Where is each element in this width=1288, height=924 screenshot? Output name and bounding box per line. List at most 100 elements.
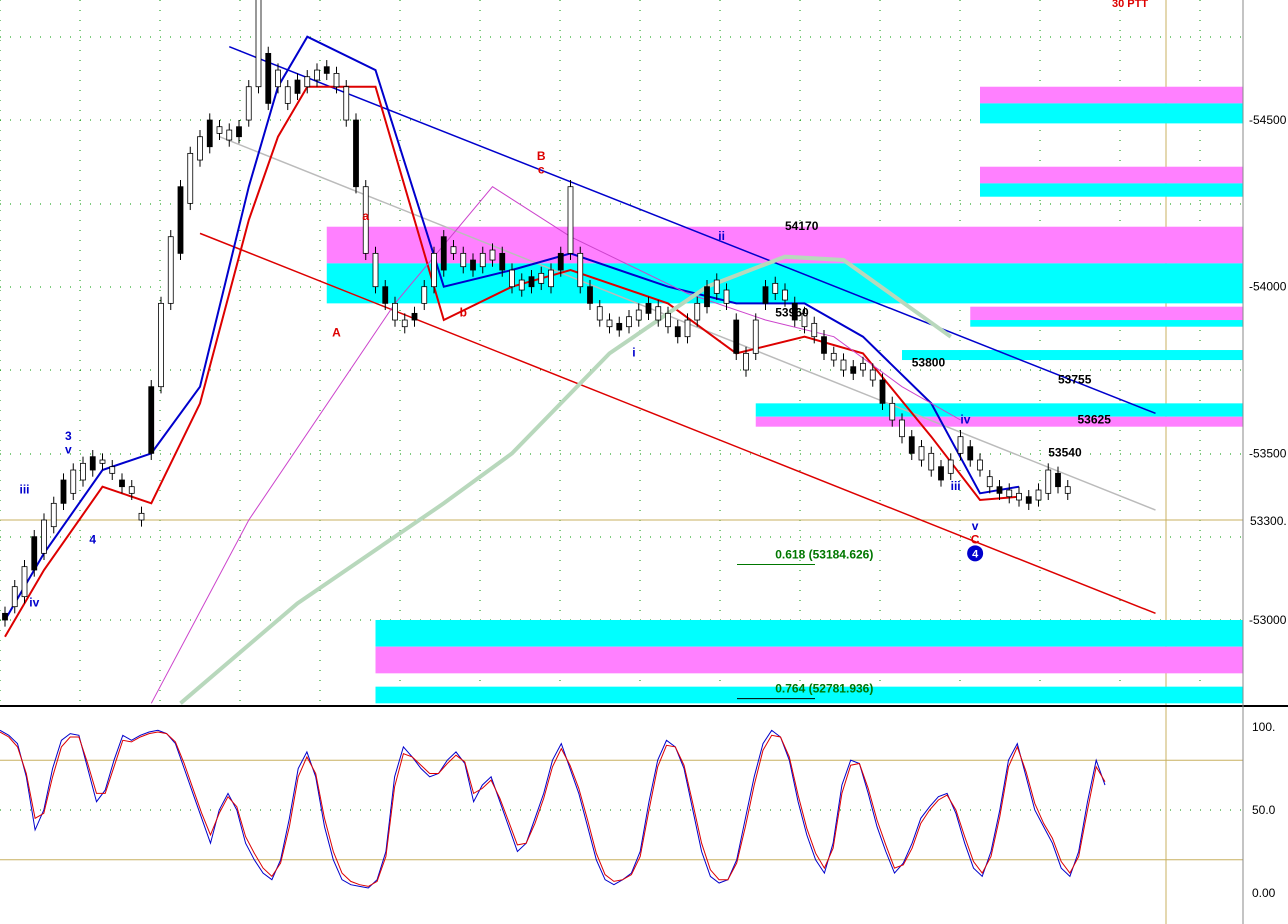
wave-label: iii: [951, 479, 961, 493]
candle-body: [645, 302, 652, 314]
candle-body: [830, 352, 837, 361]
candle-body: [908, 436, 915, 454]
zone-band: [755, 416, 1243, 427]
candle-body: [713, 279, 720, 294]
candle-body: [538, 272, 545, 284]
level-label: 54170: [785, 219, 819, 233]
candle-body: [99, 459, 106, 464]
zone-band: [970, 306, 1243, 321]
y-tick-label: -53000: [1249, 613, 1287, 627]
candle-body: [1006, 489, 1013, 498]
candle-body: [245, 86, 252, 121]
candle-body: [89, 456, 96, 471]
candle-body: [606, 319, 613, 328]
corner-tag: 30 PTT: [1112, 0, 1148, 10]
candle-body: [674, 326, 681, 338]
candle-body: [752, 319, 759, 354]
candle-body: [314, 69, 320, 81]
candle-body: [158, 302, 164, 388]
candle-body: [548, 269, 554, 288]
candle-body: [957, 436, 964, 454]
candle-body: [294, 79, 301, 94]
candle-body: [869, 369, 876, 381]
candle-body: [216, 126, 223, 134]
zone-band: [980, 166, 1243, 184]
candle-body: [21, 566, 28, 598]
candle-body: [265, 52, 272, 104]
candle-body: [2, 612, 8, 621]
candle-body: [421, 286, 428, 304]
candle-body: [401, 319, 408, 328]
candle-body: [782, 289, 788, 301]
candle-body: [567, 186, 574, 254]
candle-body: [382, 286, 389, 304]
candle-body: [138, 512, 145, 521]
candle-body: [70, 469, 77, 494]
level-label: 0.764 (52781.936): [775, 682, 873, 696]
zone-band: [755, 403, 1243, 417]
candle-body: [723, 289, 730, 304]
candle-body: [450, 246, 457, 254]
level-label: 53540: [1048, 446, 1082, 460]
candle-body: [509, 269, 515, 288]
candle-body: [860, 362, 866, 371]
candle-body: [372, 252, 379, 288]
candle-body: [470, 259, 476, 271]
wave-label: 3: [65, 429, 72, 443]
candle-body: [148, 386, 155, 454]
wave-label: 4: [89, 532, 96, 546]
y-tick-label: -54500: [1249, 113, 1287, 127]
wave-label: A: [332, 326, 341, 340]
candle-body: [431, 252, 437, 288]
wave-label: b: [460, 306, 467, 320]
candle-body: [762, 286, 769, 304]
candle-body: [80, 462, 86, 481]
candle-body: [1055, 472, 1061, 488]
candle-body: [889, 402, 896, 421]
wave-label: v: [972, 519, 979, 533]
candle-body: [323, 66, 330, 74]
candle-body: [684, 319, 691, 338]
candle-body: [284, 86, 291, 104]
zone-band: [902, 350, 1243, 361]
candle-body: [275, 69, 281, 88]
candle-body: [333, 72, 340, 88]
candle-body: [596, 306, 603, 321]
wave-label: v: [65, 442, 72, 456]
candle-body: [353, 119, 359, 188]
level-label: 53755: [1058, 372, 1092, 386]
zone-band: [980, 183, 1243, 197]
candle-body: [1035, 489, 1042, 501]
candle-body: [41, 519, 47, 554]
candle-body: [304, 76, 311, 88]
candle-body: [850, 366, 857, 374]
candle-body: [840, 359, 847, 371]
candle-body: [119, 479, 125, 488]
candle-body: [60, 479, 67, 504]
level-label: 53960: [775, 306, 809, 320]
candle-body: [489, 249, 496, 261]
chart-canvas: 54170 53960 53800 53755 53625 53540 0.618 (531…: [0, 0, 1288, 924]
candle-body: [440, 236, 447, 271]
candle-body: [977, 459, 983, 471]
candle-body: [635, 309, 642, 321]
candle-body: [879, 379, 886, 404]
wave-label: B: [537, 149, 546, 163]
candle-body: [587, 286, 593, 304]
candle-body: [986, 476, 993, 488]
candle-body: [704, 286, 710, 308]
candle-body: [1045, 469, 1052, 494]
last-price-label: 53300.: [1250, 514, 1287, 528]
candle-body: [226, 129, 233, 141]
candle-body: [947, 459, 954, 474]
osc-tick-label: 100.: [1252, 720, 1275, 734]
zone-band: [980, 103, 1243, 124]
candle-body: [50, 502, 57, 528]
candle-body: [109, 466, 116, 474]
zone-band: [375, 620, 1243, 647]
candle-body: [694, 302, 701, 321]
zone-band: [980, 86, 1243, 104]
wave-badge-label: 4: [972, 548, 979, 560]
wave-label: i: [632, 346, 635, 360]
wave-label: ii: [718, 229, 725, 243]
